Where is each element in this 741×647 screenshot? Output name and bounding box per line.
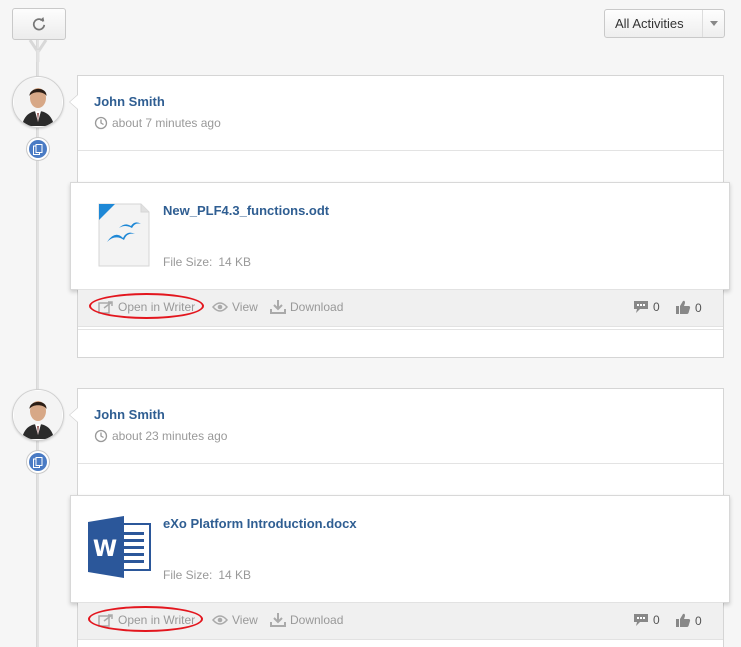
refresh-button[interactable] — [12, 8, 66, 40]
divider — [78, 329, 723, 330]
download-button[interactable]: Download — [270, 300, 343, 314]
document-icon — [33, 456, 43, 468]
view-label: View — [232, 613, 258, 627]
like-count: 0 — [695, 300, 702, 315]
timeline-line — [36, 40, 39, 647]
comment-icon — [634, 614, 648, 626]
divider — [78, 463, 723, 464]
openoffice-writer-file-icon — [98, 203, 150, 267]
author-name[interactable]: John Smith — [94, 407, 165, 422]
file-name-link[interactable]: eXo Platform Introduction.docx — [163, 516, 357, 531]
timeline-connector — [28, 40, 48, 62]
user-avatar-icon — [14, 391, 62, 439]
comment-icon — [634, 301, 648, 313]
document-icon — [33, 143, 43, 155]
like-button[interactable]: 0 — [675, 613, 702, 628]
view-button[interactable]: View — [212, 613, 258, 627]
like-count: 0 — [695, 613, 702, 628]
thumbs-up-icon — [676, 613, 691, 627]
open-in-writer-label: Open in Writer — [118, 300, 196, 314]
clock-icon — [94, 429, 108, 443]
activity-type-badge — [26, 450, 50, 474]
author-name[interactable]: John Smith — [94, 94, 165, 109]
open-external-icon — [98, 614, 113, 627]
eye-icon — [212, 302, 228, 312]
file-size-value: 14 KB — [218, 568, 252, 582]
download-icon — [270, 300, 286, 314]
comment-button[interactable]: 0 — [633, 613, 660, 627]
divider — [78, 150, 723, 151]
activity-filter-select[interactable]: All Activities — [604, 9, 725, 38]
open-in-writer-label: Open in Writer — [118, 613, 196, 627]
activity-time: about 23 minutes ago — [94, 429, 227, 443]
download-label: Download — [290, 300, 344, 314]
activity-type-badge — [26, 137, 50, 161]
clock-icon — [94, 116, 108, 130]
file-preview-card[interactable]: New_PLF4.3_functions.odt File Size: 14 KB — [70, 182, 730, 290]
download-button[interactable]: Download — [270, 613, 343, 627]
view-label: View — [232, 300, 258, 314]
avatar[interactable] — [12, 389, 64, 441]
view-button[interactable]: View — [212, 300, 258, 314]
file-size: File Size: 14 KB — [163, 568, 251, 582]
activity-time: about 7 minutes ago — [94, 116, 221, 130]
activity-time-text: about 23 minutes ago — [112, 429, 228, 443]
file-size: File Size: 14 KB — [163, 255, 251, 269]
like-button[interactable]: 0 — [675, 300, 702, 315]
activity-filter-label: All Activities — [615, 16, 684, 31]
comment-button[interactable]: 0 — [633, 300, 660, 314]
chevron-down-icon — [702, 10, 724, 37]
eye-icon — [212, 615, 228, 625]
download-label: Download — [290, 613, 344, 627]
open-in-writer-button[interactable]: Open in Writer — [98, 613, 195, 627]
file-name-link[interactable]: New_PLF4.3_functions.odt — [163, 203, 329, 218]
comment-count: 0 — [653, 613, 660, 627]
file-size-label: File Size: — [163, 568, 213, 582]
avatar[interactable] — [12, 76, 64, 128]
activity-actions-bar: Open in Writer View Download 0 0 — [78, 602, 723, 640]
comment-count: 0 — [653, 300, 660, 314]
download-icon — [270, 613, 286, 627]
svg-text:W: W — [93, 537, 117, 562]
open-in-writer-button[interactable]: Open in Writer — [98, 300, 195, 314]
user-avatar-icon — [14, 78, 62, 126]
refresh-icon — [32, 17, 46, 31]
activity-actions-bar: Open in Writer View Download 0 0 — [78, 289, 723, 327]
word-file-icon: W — [88, 516, 151, 578]
file-preview-card[interactable]: W eXo Platform Introduction.docx File Si… — [70, 495, 730, 603]
open-external-icon — [98, 301, 113, 314]
file-size-value: 14 KB — [218, 255, 252, 269]
thumbs-up-icon — [676, 300, 691, 314]
file-size-label: File Size: — [163, 255, 213, 269]
activity-time-text: about 7 minutes ago — [112, 116, 221, 130]
